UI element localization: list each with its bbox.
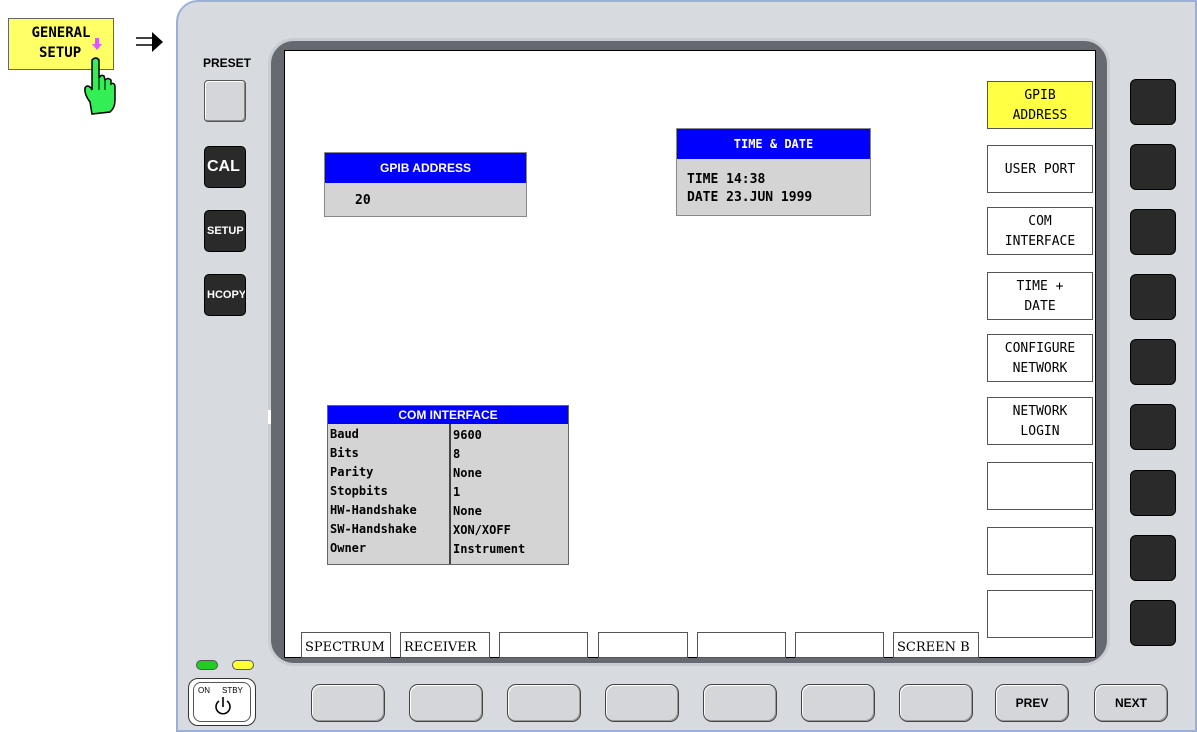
hardkey-right-3[interactable] <box>1130 209 1176 255</box>
softkey-line2: LOGIN <box>1020 424 1060 439</box>
gpib-address-panel: GPIB ADDRESS 20 <box>324 152 527 217</box>
tab-spectrum[interactable]: SPECTRUM <box>301 632 391 658</box>
time-date-title: TIME & DATE <box>677 129 870 159</box>
softkey-line2: NETWORK <box>1012 361 1068 376</box>
standby-led-indicator <box>232 660 254 670</box>
hardkey-right-7[interactable] <box>1130 470 1176 516</box>
softkey-line1: TIME + <box>1016 279 1064 294</box>
preset-label: PRESET <box>202 56 251 70</box>
tab-empty-1[interactable] <box>499 632 588 658</box>
com-row-parity: Parity None <box>328 463 568 481</box>
setup-button[interactable]: SETUP <box>204 210 246 252</box>
softkey-line2: ADDRESS <box>1012 108 1068 123</box>
com-row-key: Owner <box>330 541 367 555</box>
tab-receiver[interactable]: RECEIVER <box>400 632 490 658</box>
hardkey-bottom-2[interactable] <box>409 684 483 722</box>
hardkey-right-1[interactable] <box>1130 79 1176 125</box>
tab-empty-3[interactable] <box>697 632 786 658</box>
bezel-mark <box>268 410 271 424</box>
hardkey-right-6[interactable] <box>1130 404 1176 450</box>
softkey-configure-network[interactable]: CONFIGURE NETWORK <box>987 334 1093 382</box>
hardkey-bottom-5[interactable] <box>703 684 777 722</box>
hardkey-right-9[interactable] <box>1130 600 1176 646</box>
com-row-key: Baud <box>330 427 359 441</box>
cal-button[interactable]: CAL <box>204 146 246 188</box>
softkey-empty-1[interactable] <box>987 462 1093 510</box>
softkey-line1: GPIB <box>1024 88 1056 103</box>
on-label: ON <box>198 686 210 695</box>
com-row-hw-handshake: HW-Handshake None <box>328 501 568 519</box>
stby-label: STBY <box>222 686 243 695</box>
com-row-key: Stopbits <box>330 484 388 498</box>
com-row-sw-handshake: SW-Handshake XON/XOFF <box>328 520 568 538</box>
softkey-line1: CONFIGURE <box>1004 341 1076 356</box>
hardkey-bottom-6[interactable] <box>801 684 875 722</box>
on-led-indicator <box>196 660 218 670</box>
gpib-address-title: GPIB ADDRESS <box>325 153 526 183</box>
hardkey-bottom-1[interactable] <box>311 684 385 722</box>
com-row-value: None <box>453 466 482 480</box>
hardkey-right-8[interactable] <box>1130 535 1176 581</box>
com-row-value: 9600 <box>453 428 482 442</box>
hardkey-bottom-3[interactable] <box>507 684 581 722</box>
hardkey-bottom-4[interactable] <box>605 684 679 722</box>
com-row-owner: Owner Instrument <box>328 539 568 557</box>
com-row-key: HW-Handshake <box>330 503 417 517</box>
preset-button[interactable] <box>204 80 246 122</box>
com-row-value: 8 <box>453 447 461 461</box>
next-button[interactable]: NEXT <box>1094 684 1168 722</box>
hcopy-button[interactable]: HCOPY <box>204 274 246 316</box>
com-row-bits: Bits 8 <box>328 444 568 462</box>
com-row-value: None <box>453 504 482 518</box>
gpib-address-value: 20 <box>355 193 371 208</box>
softkey-empty-3[interactable] <box>987 590 1093 638</box>
softkey-line2: DATE <box>1024 299 1056 314</box>
arrow-down-icon <box>92 38 102 50</box>
power-icon <box>215 697 231 715</box>
hardkey-right-4[interactable] <box>1130 274 1176 320</box>
softkey-gpib-address[interactable]: GPIB ADDRESS <box>987 81 1093 129</box>
hardkey-right-5[interactable] <box>1130 339 1176 385</box>
tab-empty-2[interactable] <box>598 632 688 658</box>
softkey-empty-2[interactable] <box>987 527 1093 575</box>
time-date-panel: TIME & DATE TIME 14:38 DATE 23.JUN 1999 <box>676 128 871 216</box>
softkey-line2: INTERFACE <box>1004 234 1076 249</box>
com-row-key: SW-Handshake <box>330 522 417 536</box>
com-row-value: Instrument <box>453 542 526 556</box>
softkey-time-date[interactable]: TIME + DATE <box>987 272 1093 320</box>
softkey-user-port[interactable]: USER PORT <box>987 145 1093 193</box>
right-arrow-icon <box>136 32 163 52</box>
hardkey-bottom-7[interactable] <box>899 684 973 722</box>
softkey-line1: NETWORK <box>1012 404 1068 419</box>
com-row-value: XON/XOFF <box>453 523 511 537</box>
com-row-baud: Baud 9600 <box>328 425 568 443</box>
com-row-value: 1 <box>453 485 461 499</box>
com-interface-title: COM INTERFACE <box>328 406 568 424</box>
hardkey-right-2[interactable] <box>1130 144 1176 190</box>
tab-empty-4[interactable] <box>795 632 884 658</box>
com-row-key: Bits <box>330 446 359 460</box>
tab-screen-b[interactable]: SCREEN B <box>893 632 979 658</box>
softkey-network-login[interactable]: NETWORK LOGIN <box>987 397 1093 445</box>
softkey-line1: COM <box>1028 214 1052 229</box>
time-value: TIME 14:38 <box>687 172 766 187</box>
softkey-line1: USER PORT <box>1004 162 1076 177</box>
softkey-com-interface[interactable]: COM INTERFACE <box>987 207 1093 255</box>
com-row-key: Parity <box>330 465 374 479</box>
com-interface-panel: COM INTERFACE Baud 9600 Bits 8 Parity No… <box>327 405 569 565</box>
com-row-stopbits: Stopbits 1 <box>328 482 568 500</box>
prev-button[interactable]: PREV <box>995 684 1069 722</box>
date-value: DATE 23.JUN 1999 <box>687 190 813 205</box>
pointing-hand-icon <box>84 57 116 115</box>
